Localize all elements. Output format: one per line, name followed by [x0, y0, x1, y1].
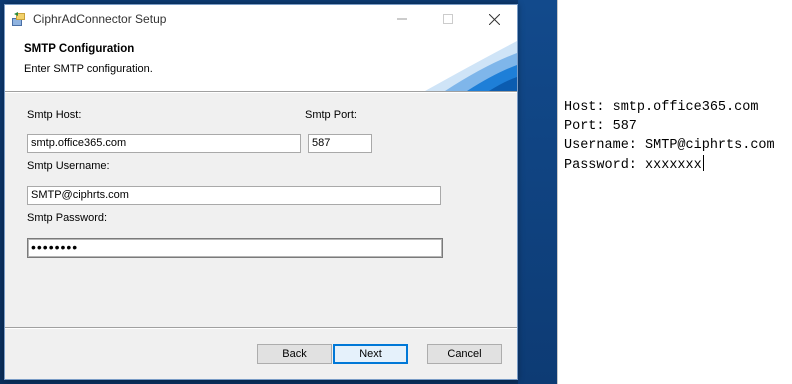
- smtp-username-field[interactable]: SMTP@ciphrts.com: [27, 186, 441, 205]
- smtp-password-label: Smtp Password:: [27, 212, 108, 224]
- notepad-line: Port: 587: [564, 119, 637, 134]
- notepad-line: Host: smtp.office365.com: [564, 100, 759, 115]
- smtp-port-label: Smtp Port:: [305, 109, 357, 121]
- title-bar[interactable]: CiphrAdConnector Setup: [5, 5, 517, 33]
- window-title: CiphrAdConnector Setup: [33, 12, 167, 26]
- banner-divider: [5, 91, 517, 93]
- maximize-icon: [443, 14, 453, 24]
- cancel-button[interactable]: Cancel: [427, 344, 502, 364]
- page-title: SMTP Configuration: [24, 43, 135, 55]
- close-button[interactable]: [471, 5, 517, 33]
- maximize-button[interactable]: [425, 5, 471, 33]
- footer-divider: [5, 327, 517, 329]
- notepad-line: Password: xxxxxxx: [564, 155, 775, 174]
- notepad-line-text: Password: xxxxxxx: [564, 158, 702, 173]
- setup-window: CiphrAdConnector Setup SMTP Configuratio…: [4, 4, 518, 380]
- header-banner: SMTP Configuration Enter SMTP configurat…: [5, 33, 517, 91]
- page-description: Enter SMTP configuration.: [24, 63, 153, 75]
- next-button[interactable]: Next: [333, 344, 408, 364]
- smtp-username-label: Smtp Username:: [27, 160, 110, 172]
- smtp-password-field[interactable]: ••••••••: [27, 238, 443, 258]
- minimize-icon: [397, 18, 407, 20]
- minimize-button[interactable]: [379, 5, 425, 33]
- smtp-port-field[interactable]: 587: [308, 134, 372, 153]
- desktop-accent: [518, 0, 557, 384]
- banner-swoosh-graphic: [425, 41, 517, 91]
- text-caret: [702, 155, 704, 171]
- back-button[interactable]: Back: [257, 344, 332, 364]
- installer-icon: [12, 12, 25, 26]
- smtp-host-label: Smtp Host:: [27, 109, 82, 121]
- notepad-text[interactable]: Host: smtp.office365.com Port: 587 Usern…: [564, 98, 775, 174]
- notepad-editor[interactable]: Host: smtp.office365.com Port: 587 Usern…: [557, 0, 792, 384]
- smtp-host-field[interactable]: smtp.office365.com: [27, 134, 301, 153]
- notepad-line: Username: SMTP@ciphrts.com: [564, 138, 775, 153]
- close-icon: [488, 13, 500, 25]
